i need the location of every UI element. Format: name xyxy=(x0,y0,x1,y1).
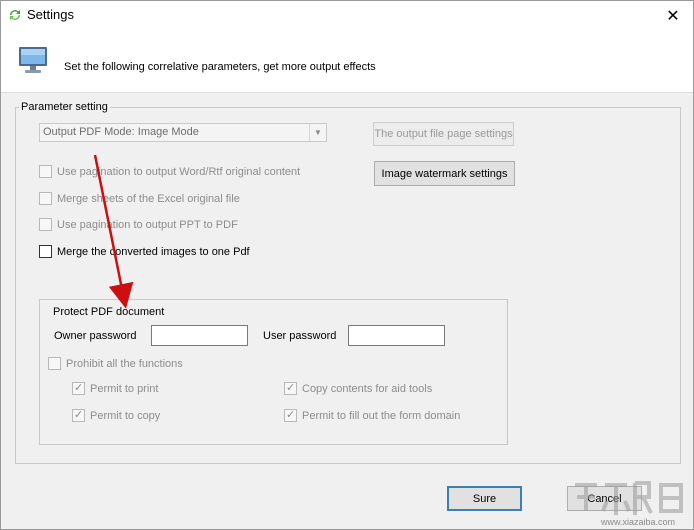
sure-button[interactable]: Sure xyxy=(447,486,522,511)
permit-print[interactable]: Permit to print xyxy=(72,381,159,395)
monitor-icon xyxy=(19,47,47,73)
permit-print-label: Permit to print xyxy=(90,382,159,395)
permit-copy[interactable]: Permit to copy xyxy=(72,408,161,422)
option-word-pagination[interactable]: Use pagination to output Word/Rtf origin… xyxy=(39,165,300,178)
chevron-down-icon: ▼ xyxy=(309,124,326,141)
protect-pdf-legend: Protect PDF document xyxy=(51,306,167,318)
owner-password-label: Owner password xyxy=(54,330,137,342)
protect-pdf-group xyxy=(39,299,508,445)
image-watermark-settings-button[interactable]: Image watermark settings xyxy=(374,161,515,186)
prohibit-all-functions-checkbox[interactable] xyxy=(48,357,61,370)
option-merge-excel-sheets-label: Merge sheets of the Excel original file xyxy=(57,192,240,205)
permit-copy-aid-tools-checkbox[interactable] xyxy=(284,381,297,395)
option-ppt-pagination-checkbox[interactable] xyxy=(39,218,52,231)
prohibit-all-functions[interactable]: Prohibit all the functions xyxy=(48,357,183,370)
header-band: Set the following correlative parameters… xyxy=(1,31,693,93)
title-bar[interactable]: Settings ✕ xyxy=(1,1,693,31)
refresh-arrows-icon xyxy=(10,10,20,20)
option-merge-excel-sheets-checkbox[interactable] xyxy=(39,192,52,205)
option-merge-images-label: Merge the converted images to one Pdf xyxy=(57,245,250,258)
permit-print-checkbox[interactable] xyxy=(72,381,85,395)
option-merge-images-checkbox[interactable] xyxy=(39,245,52,258)
option-word-pagination-checkbox[interactable] xyxy=(39,165,52,178)
option-ppt-pagination[interactable]: Use pagination to output PPT to PDF xyxy=(39,218,238,231)
option-merge-excel-sheets[interactable]: Merge sheets of the Excel original file xyxy=(39,192,240,205)
permit-copy-label: Permit to copy xyxy=(90,409,161,422)
owner-password-input[interactable] xyxy=(151,325,248,346)
permit-fill-form[interactable]: Permit to fill out the form domain xyxy=(284,408,461,422)
window-title: Settings xyxy=(27,7,74,22)
header-description: Set the following correlative parameters… xyxy=(64,61,376,73)
option-ppt-pagination-label: Use pagination to output PPT to PDF xyxy=(57,218,238,231)
option-word-pagination-label: Use pagination to output Word/Rtf origin… xyxy=(57,165,301,178)
prohibit-all-functions-label: Prohibit all the functions xyxy=(66,357,183,370)
permit-fill-form-checkbox[interactable] xyxy=(284,408,297,422)
output-mode-value: Output PDF Mode: Image Mode xyxy=(43,126,199,138)
output-page-settings-button[interactable]: The output file page settings xyxy=(373,122,514,146)
close-button[interactable]: ✕ xyxy=(653,1,693,31)
settings-dialog: Settings ✕ Set the following correlative… xyxy=(0,0,694,530)
permit-fill-form-label: Permit to fill out the form domain xyxy=(302,409,461,422)
close-icon: ✕ xyxy=(666,8,680,25)
image-watermark-settings-label: Image watermark settings xyxy=(381,167,508,180)
sure-button-label: Sure xyxy=(472,492,497,505)
permit-copy-aid-tools[interactable]: Copy contents for aid tools xyxy=(284,381,433,395)
user-password-input[interactable] xyxy=(348,325,445,346)
parameter-setting-legend: Parameter setting xyxy=(19,101,110,113)
permit-copy-checkbox[interactable] xyxy=(72,408,85,422)
user-password-label: User password xyxy=(263,330,337,342)
watermark-url: www.xiazaiba.com xyxy=(600,517,675,527)
option-merge-images[interactable]: Merge the converted images to one Pdf xyxy=(39,245,250,258)
permit-copy-aid-tools-label: Copy contents for aid tools xyxy=(302,382,433,395)
output-mode-select[interactable]: Output PDF Mode: Image Mode ▼ xyxy=(39,123,327,142)
output-page-settings-label: The output file page settings xyxy=(374,128,513,140)
